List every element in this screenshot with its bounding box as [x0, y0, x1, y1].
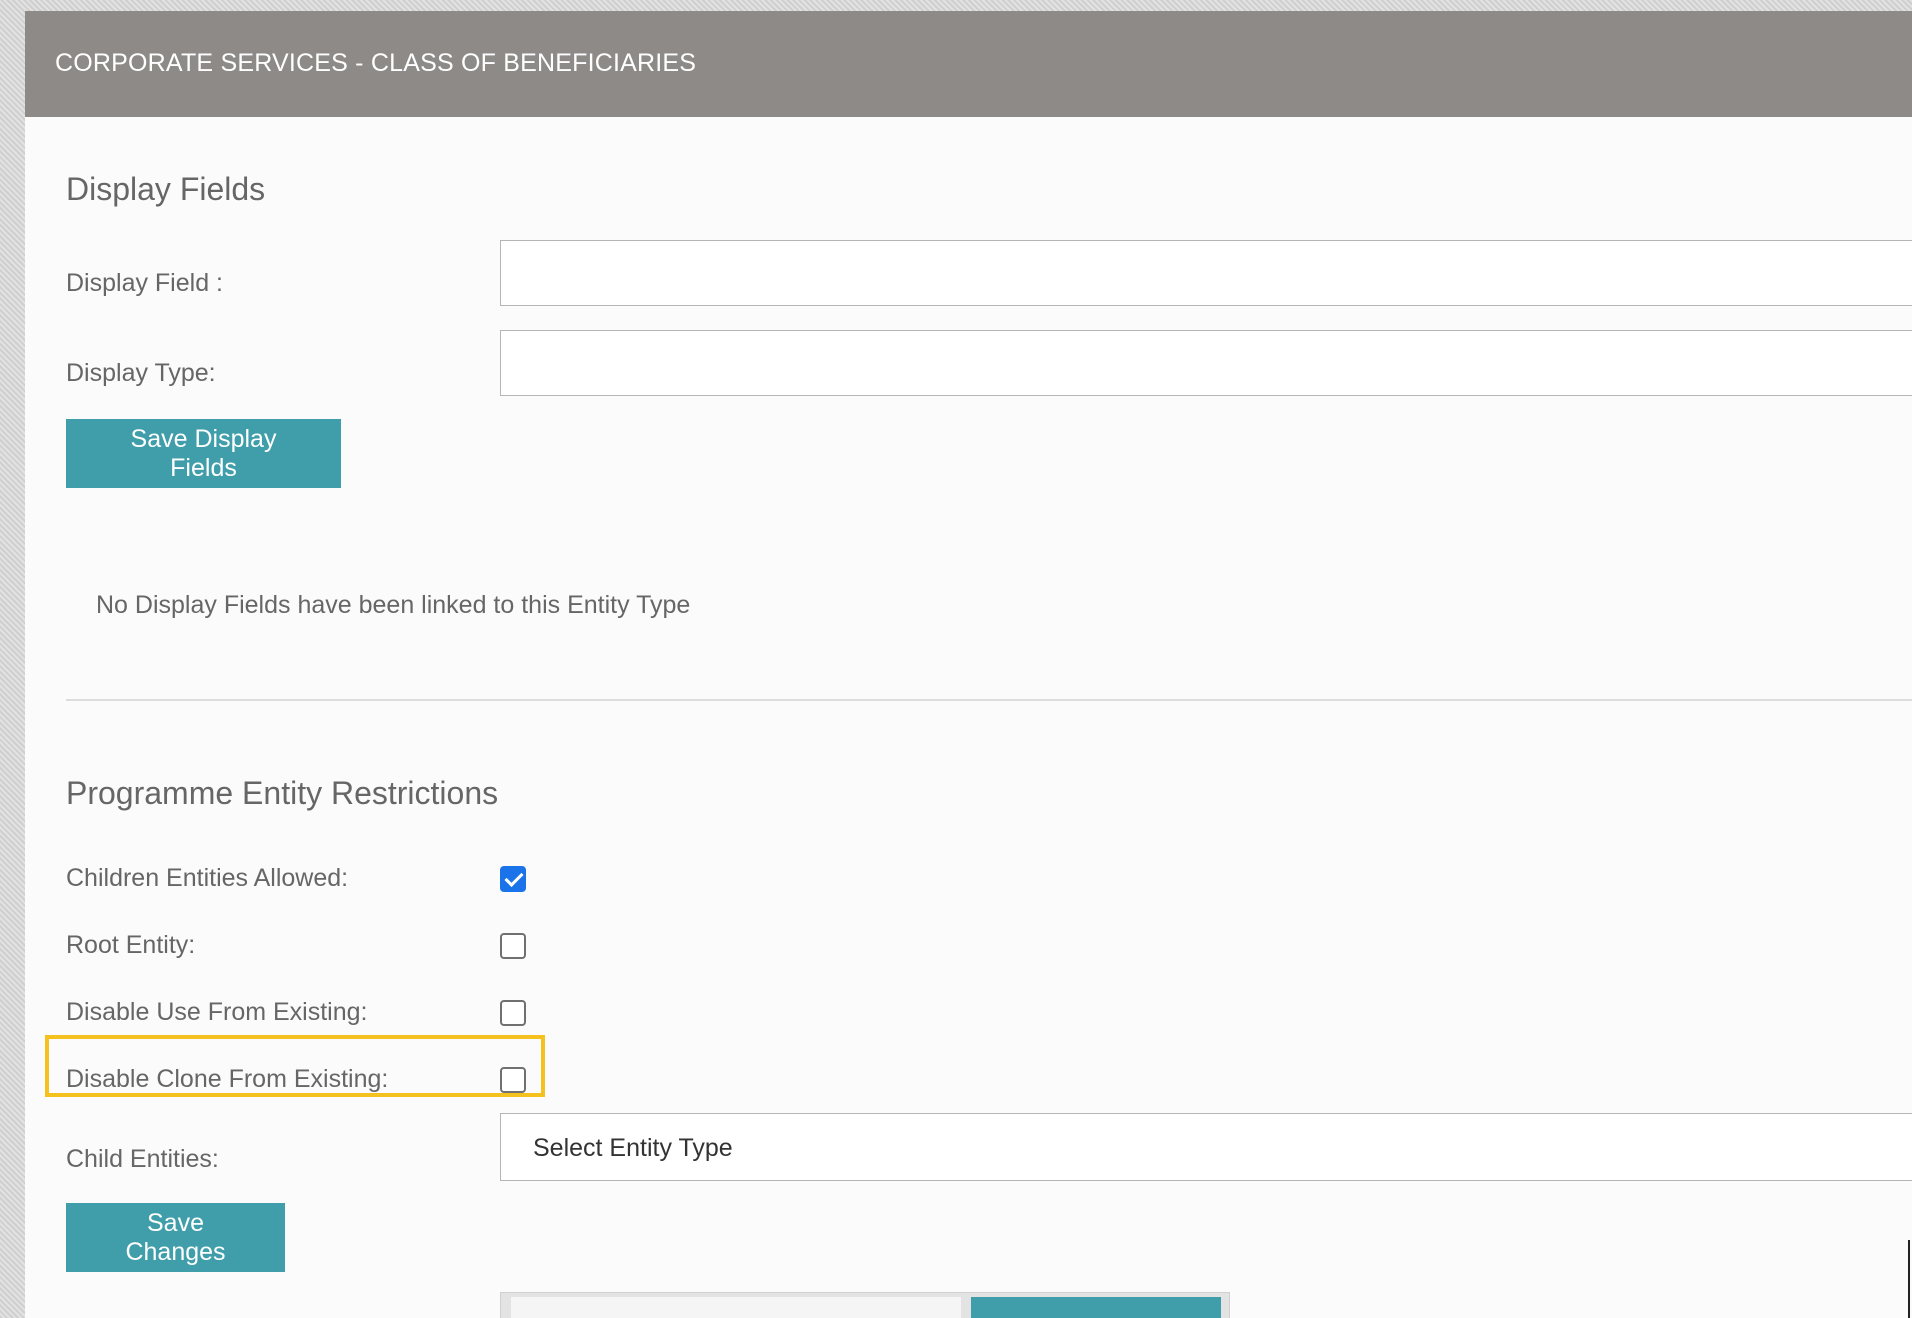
root-entity-label: Root Entity:: [66, 931, 196, 959]
partially-visible-toolbar: [500, 1292, 1230, 1318]
child-entities-select[interactable]: Select Entity Type: [500, 1113, 1912, 1181]
children-entities-allowed-checkbox[interactable]: [500, 866, 526, 892]
children-entities-allowed-label: Children Entities Allowed:: [66, 864, 349, 892]
partially-visible-button[interactable]: [971, 1297, 1221, 1318]
save-display-fields-button[interactable]: Save Display Fields: [66, 419, 341, 488]
empty-display-fields-message: No Display Fields have been linked to th…: [96, 591, 691, 619]
child-entities-select-value: Select Entity Type: [533, 1134, 733, 1162]
disable-use-from-existing-label: Disable Use From Existing:: [66, 998, 368, 1026]
disable-use-from-existing-checkbox[interactable]: [500, 1000, 526, 1026]
section-divider: [66, 699, 1912, 701]
save-changes-button[interactable]: Save Changes: [66, 1203, 285, 1272]
disable-clone-from-existing-label: Disable Clone From Existing:: [66, 1065, 389, 1093]
child-entities-label: Child Entities:: [66, 1145, 219, 1173]
root-entity-checkbox[interactable]: [500, 933, 526, 959]
page-title: CORPORATE SERVICES - CLASS OF BENEFICIAR…: [55, 49, 697, 77]
window-edge: [1908, 1240, 1910, 1318]
page-header: CORPORATE SERVICES - CLASS OF BENEFICIAR…: [25, 11, 1912, 117]
display-type-label: Display Type:: [66, 359, 216, 387]
display-type-input[interactable]: [500, 330, 1912, 396]
disable-clone-from-existing-checkbox[interactable]: [500, 1067, 526, 1093]
display-field-input[interactable]: [500, 240, 1912, 306]
display-field-label: Display Field :: [66, 269, 223, 297]
display-fields-heading: Display Fields: [66, 171, 266, 207]
partially-visible-field: [511, 1297, 961, 1318]
main-panel: CORPORATE SERVICES - CLASS OF BENEFICIAR…: [25, 11, 1912, 1318]
programme-entity-restrictions-heading: Programme Entity Restrictions: [66, 775, 499, 811]
